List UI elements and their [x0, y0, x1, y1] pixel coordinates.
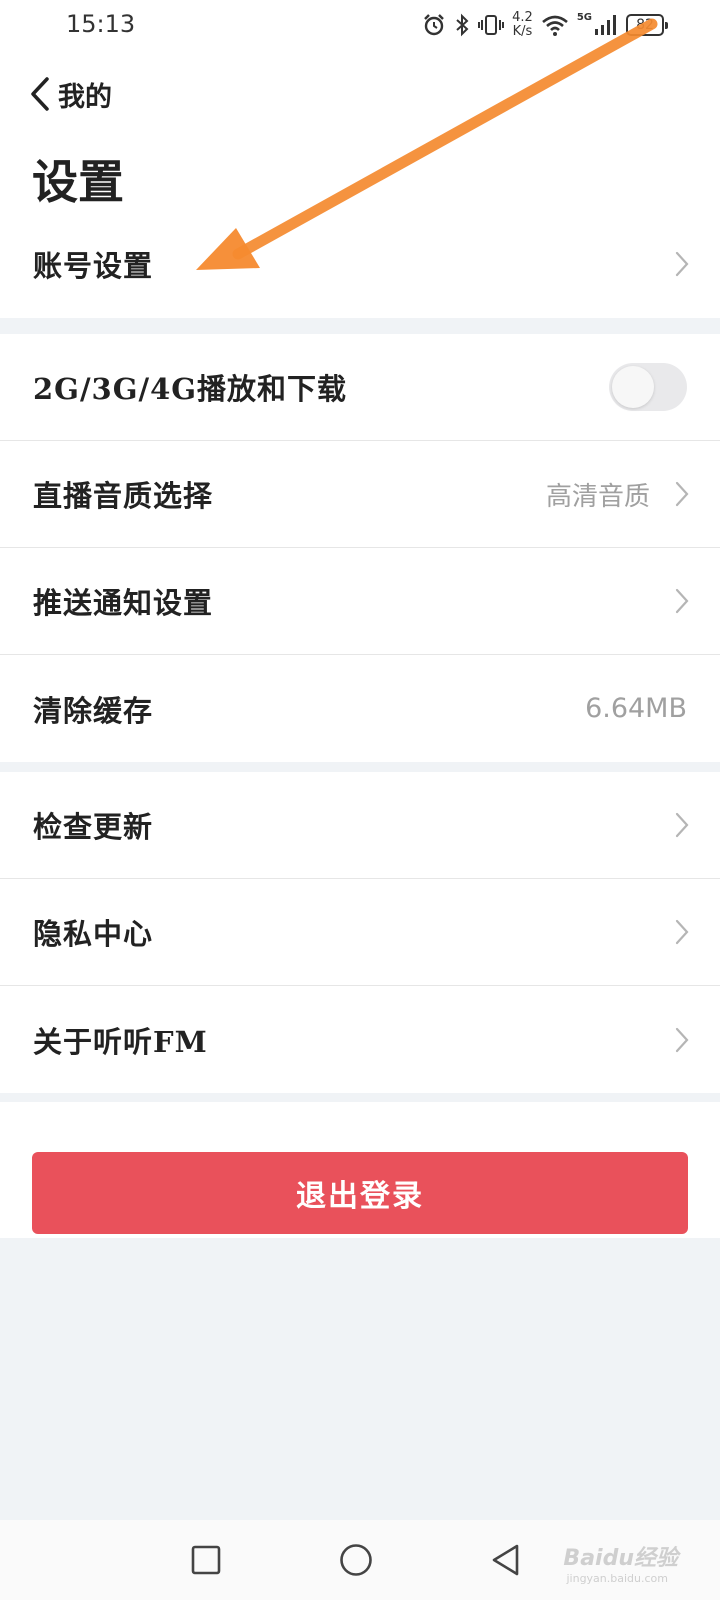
back-icon — [492, 1544, 519, 1576]
mobile-data-toggle[interactable] — [609, 363, 687, 411]
settings-item-live-quality[interactable]: 直播音质选择 高清音质 — [0, 441, 720, 548]
toggle-knob — [612, 366, 654, 408]
settings-group-about: 检查更新 隐私中心 关于听听FM — [0, 772, 720, 1093]
home-icon — [340, 1544, 372, 1576]
settings-item-label: 检查更新 — [33, 810, 154, 844]
chevron-right-icon — [675, 812, 689, 838]
settings-item-check-update[interactable]: 检查更新 — [0, 772, 720, 879]
status-time: 15:13 — [66, 10, 136, 38]
live-quality-value: 高清音质 — [545, 481, 650, 512]
chevron-right-icon — [675, 588, 689, 614]
network-speed: 4.2 K/s — [512, 11, 533, 39]
status-icons: 4.2 K/s 5G 82 — [422, 8, 668, 42]
chevron-right-icon — [675, 1027, 689, 1052]
status-bar: 15:13 4.2 K/s 5G 82 — [0, 0, 720, 50]
chevron-right-icon — [675, 251, 689, 277]
vibrate-icon — [478, 15, 505, 35]
settings-item-label: 直播音质选择 — [33, 479, 214, 513]
back-label: 我的 — [58, 81, 112, 113]
bluetooth-icon — [456, 13, 469, 37]
settings-item-privacy[interactable]: 隐私中心 — [0, 879, 720, 986]
settings-group-playback: 2G/3G/4G播放和下载 直播音质选择 高清音质 推送通知设置 清除缓存 6.… — [0, 334, 720, 762]
battery-level: 82 — [636, 17, 654, 33]
logout-button[interactable]: 退出登录 — [32, 1152, 688, 1234]
settings-group-account: 账号设置 — [0, 210, 720, 318]
cache-size-value: 6.64MB — [585, 693, 687, 724]
settings-item-label: 清除缓存 — [33, 693, 154, 728]
speed-unit: K/s — [512, 24, 533, 39]
network-type: 5G — [576, 12, 592, 23]
speed-value: 4.2 — [512, 10, 533, 25]
watermark-url: jingyan.baidu.com — [566, 1572, 668, 1585]
nav-back-button[interactable] — [486, 1540, 526, 1580]
wifi-icon — [541, 15, 568, 36]
back-button[interactable]: 我的 — [30, 72, 112, 116]
chevron-right-icon — [675, 919, 689, 945]
logout-area: 退出登录 — [0, 1102, 720, 1238]
battery-icon: 82 — [626, 14, 668, 36]
home-button[interactable] — [336, 1540, 376, 1580]
chevron-left-icon — [31, 77, 49, 111]
settings-item-push-notifications[interactable]: 推送通知设置 — [0, 548, 720, 655]
settings-item-mobile-data[interactable]: 2G/3G/4G播放和下载 — [0, 334, 720, 441]
recents-icon — [191, 1545, 221, 1575]
page-title: 设置 — [32, 155, 124, 209]
settings-item-clear-cache[interactable]: 清除缓存 6.64MB — [0, 655, 720, 762]
settings-item-label: 关于听听FM — [33, 1024, 208, 1059]
settings-item-label: 2G/3G/4G播放和下载 — [33, 372, 348, 406]
settings-item-about[interactable]: 关于听听FM — [0, 986, 720, 1093]
watermark-logo: Baidu经验 — [563, 1546, 678, 1571]
settings-screen: 15:13 4.2 K/s 5G 82 我的 设置 账号设置 2G/3G/4G播… — [0, 0, 720, 1600]
alarm-icon — [424, 14, 444, 36]
logout-label: 退出登录 — [296, 1179, 424, 1214]
header: 我的 设置 — [0, 50, 720, 210]
settings-item-label: 推送通知设置 — [33, 586, 214, 620]
settings-item-label: 隐私中心 — [33, 917, 154, 951]
chevron-right-icon — [675, 481, 689, 507]
settings-item-account[interactable]: 账号设置 — [0, 210, 720, 318]
recents-button[interactable] — [186, 1540, 226, 1580]
settings-item-label: 账号设置 — [33, 249, 154, 283]
signal-icon — [595, 15, 616, 35]
